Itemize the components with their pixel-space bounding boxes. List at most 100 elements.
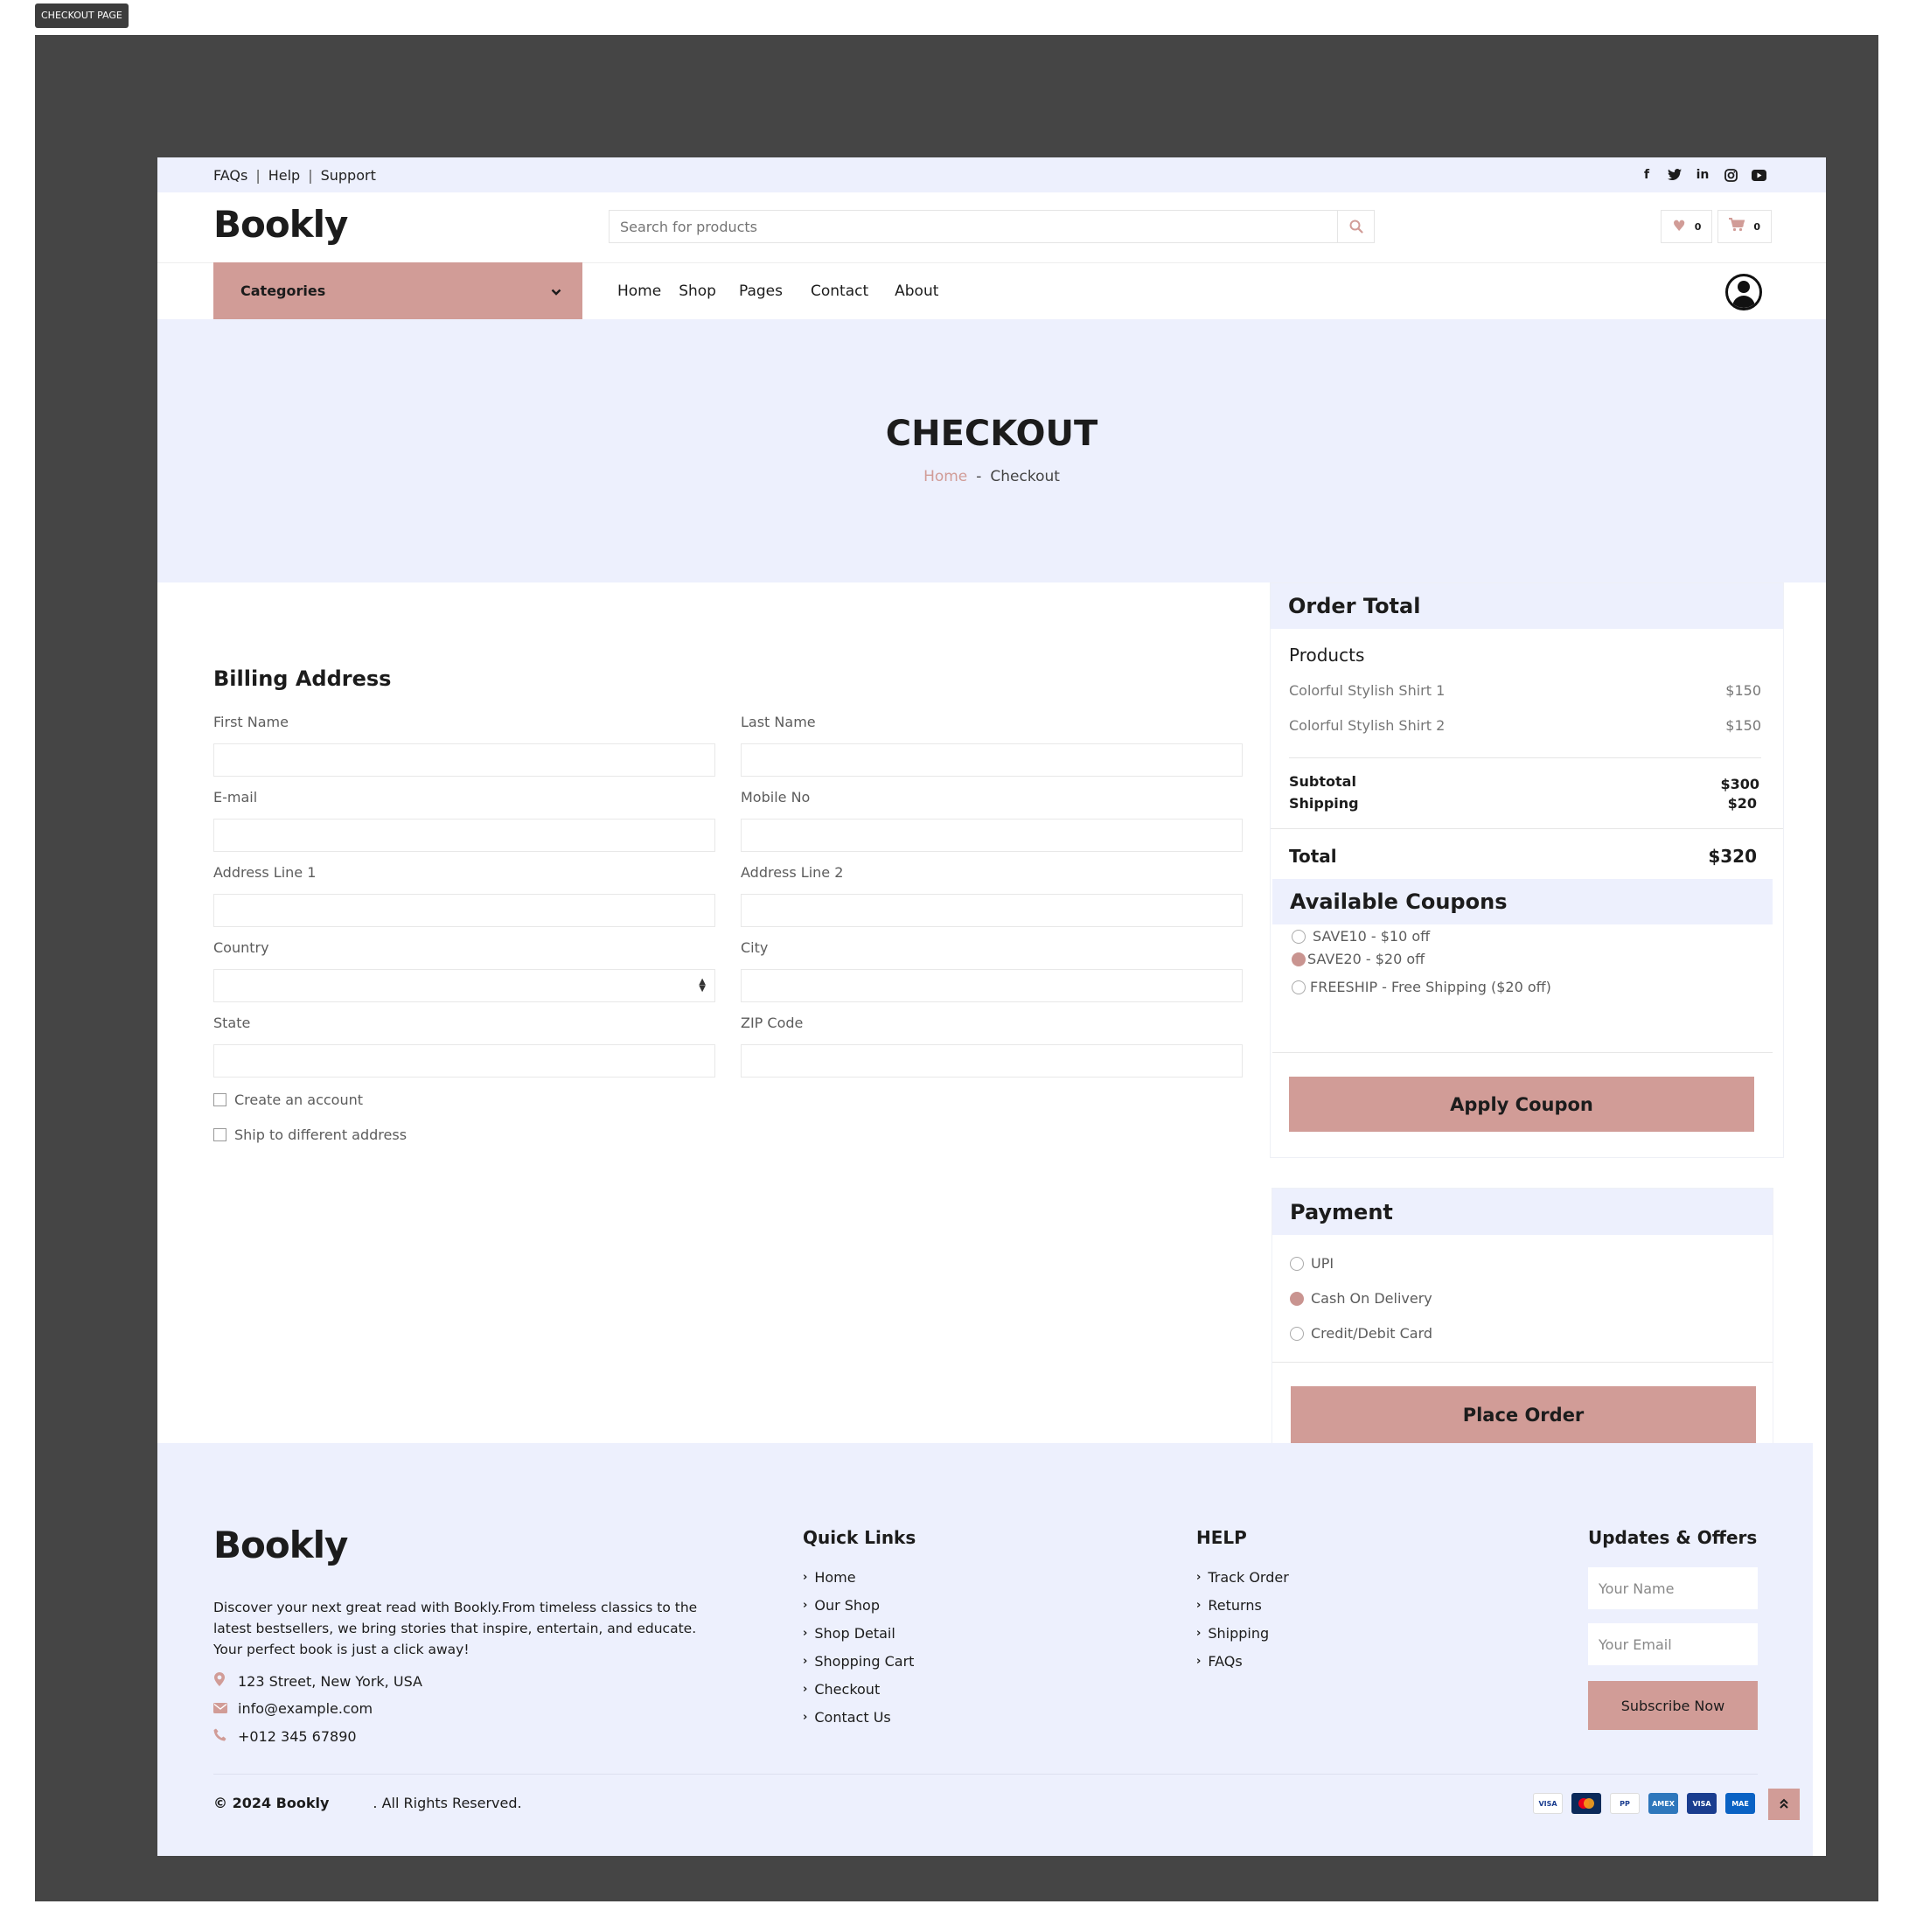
page-tag: CHECKOUT PAGE: [35, 3, 129, 28]
footer-description: Discover your next great read with Bookl…: [213, 1600, 698, 1657]
footer-logo[interactable]: Bookly: [213, 1524, 348, 1566]
visa-icon: VISA: [1533, 1793, 1563, 1814]
radio-button[interactable]: [1292, 929, 1306, 944]
footer-link[interactable]: › Contact Us: [803, 1709, 891, 1726]
footer-link[interactable]: › Shopping Cart: [803, 1653, 914, 1670]
chevron-right-icon: ›: [803, 1571, 808, 1584]
linkedin-icon[interactable]: in: [1695, 167, 1710, 183]
chevron-down-icon: [551, 282, 561, 299]
state-field: State: [213, 1015, 715, 1078]
payment-label: Cash On Delivery: [1311, 1290, 1432, 1307]
copyright-brand: © 2024 Bookly: [213, 1795, 330, 1811]
nav-item-shop[interactable]: Shop: [679, 282, 716, 300]
country-select[interactable]: ▲ ▼: [213, 969, 715, 1002]
footer-link[interactable]: › Home: [803, 1569, 856, 1586]
footer-email-text[interactable]: info@example.com: [238, 1700, 373, 1717]
avatar-body: [1732, 296, 1755, 308]
main-nav: Home Shop Pages Contact About: [617, 262, 956, 319]
search-button[interactable]: [1337, 211, 1374, 242]
breadcrumb-separator: -: [976, 468, 982, 485]
footer-link[interactable]: › Track Order: [1196, 1569, 1289, 1586]
footer-link[interactable]: › Checkout: [803, 1681, 880, 1698]
page-title: CHECKOUT: [885, 414, 1098, 454]
search-input[interactable]: [610, 211, 1337, 242]
nav-item-home[interactable]: Home: [617, 282, 661, 300]
top-link-separator: |: [308, 166, 313, 184]
footer-link[interactable]: › FAQs: [1196, 1653, 1243, 1670]
city-input[interactable]: [741, 969, 1243, 1002]
radio-button[interactable]: [1292, 980, 1306, 994]
top-link-support[interactable]: Support: [321, 167, 376, 184]
back-to-top-button[interactable]: [1768, 1789, 1800, 1820]
billing-title: Billing Address: [213, 666, 392, 691]
select-arrows-icon: ▲ ▼: [699, 977, 706, 994]
newsletter-email-input[interactable]: Your Email: [1588, 1623, 1758, 1665]
footer-link[interactable]: › Shop Detail: [803, 1625, 895, 1642]
address1-input[interactable]: [213, 894, 715, 927]
country-field: Country ▲ ▼: [213, 939, 715, 1002]
nav-item-pages[interactable]: Pages: [739, 282, 783, 300]
shipping-row: Shipping $20: [1289, 795, 1757, 812]
cart-button[interactable]: 0: [1717, 210, 1772, 243]
address2-input[interactable]: [741, 894, 1243, 927]
categories-dropdown[interactable]: Categories: [213, 262, 582, 319]
top-link-help[interactable]: Help: [268, 167, 300, 184]
nav-item-about[interactable]: About: [895, 282, 938, 300]
zip-field: ZIP Code: [741, 1015, 1243, 1078]
first-name-field: First Name: [213, 714, 715, 777]
subtotal-row: Subtotal $300: [1289, 773, 1759, 792]
coupon-option[interactable]: SAVE10 - $10 off: [1292, 928, 1430, 945]
payment-label: UPI: [1311, 1255, 1334, 1272]
breadcrumb-home[interactable]: Home: [923, 468, 967, 485]
subscribe-button[interactable]: Subscribe Now: [1588, 1681, 1758, 1730]
coupon-option[interactable]: FREESHIP - Free Shipping ($20 off): [1292, 979, 1551, 995]
order-total-title: Order Total: [1271, 583, 1783, 629]
coupon-option[interactable]: SAVE20 - $20 off: [1292, 951, 1425, 967]
updates-title: Updates & Offers: [1588, 1527, 1758, 1548]
radio-button[interactable]: [1290, 1291, 1304, 1306]
order-item: Colorful Stylish Shirt 1 $150: [1289, 682, 1761, 699]
total-value: $320: [1708, 846, 1757, 867]
top-link-faqs[interactable]: FAQs: [213, 167, 247, 184]
address2-field: Address Line 2: [741, 864, 1243, 927]
state-input[interactable]: [213, 1044, 715, 1078]
place-order-button[interactable]: Place Order: [1291, 1386, 1756, 1444]
last-name-label: Last Name: [741, 714, 816, 730]
checkbox-box[interactable]: [213, 1093, 226, 1106]
logo[interactable]: Bookly: [213, 203, 348, 246]
youtube-icon[interactable]: [1751, 167, 1766, 183]
chevron-right-icon: ›: [1196, 1571, 1202, 1584]
radio-button[interactable]: [1290, 1256, 1304, 1271]
radio-button[interactable]: [1290, 1326, 1304, 1341]
wishlist-count: 0: [1694, 220, 1702, 233]
address1-label: Address Line 1: [213, 864, 317, 881]
footer-link[interactable]: › Our Shop: [803, 1597, 880, 1614]
phone-icon: [213, 1728, 226, 1745]
radio-button[interactable]: [1292, 952, 1306, 966]
order-item-name: Colorful Stylish Shirt 1: [1289, 682, 1446, 699]
topbar: FAQs | Help | Support f in: [157, 157, 1826, 192]
twitter-icon[interactable]: [1667, 167, 1683, 183]
zip-input[interactable]: [741, 1044, 1243, 1078]
footer-link[interactable]: › Shipping: [1196, 1625, 1269, 1642]
wishlist-button[interactable]: ♥ 0: [1661, 210, 1713, 243]
mobile-input[interactable]: [741, 819, 1243, 852]
screenshot-frame: FAQs | Help | Support f in Bookly Search…: [35, 35, 1878, 1901]
checkbox-box[interactable]: [213, 1128, 226, 1141]
payment-option[interactable]: Cash On Delivery: [1290, 1290, 1432, 1307]
instagram-icon[interactable]: [1723, 167, 1738, 183]
payment-option[interactable]: UPI: [1290, 1255, 1334, 1272]
newsletter-name-input[interactable]: Your Name: [1588, 1567, 1758, 1609]
footer-link[interactable]: › Returns: [1196, 1597, 1262, 1614]
ship-different-checkbox[interactable]: Ship to different address: [213, 1126, 407, 1143]
payment-option[interactable]: Credit/Debit Card: [1290, 1325, 1432, 1342]
first-name-input[interactable]: [213, 743, 715, 777]
nav-item-contact[interactable]: Contact: [811, 282, 868, 300]
create-account-checkbox[interactable]: Create an account: [213, 1092, 363, 1108]
user-avatar-icon[interactable]: [1725, 274, 1762, 310]
last-name-input[interactable]: [741, 743, 1243, 777]
facebook-icon[interactable]: f: [1639, 167, 1655, 183]
footer-divider: [213, 1774, 1758, 1775]
email-input[interactable]: [213, 819, 715, 852]
apply-coupon-button[interactable]: Apply Coupon: [1289, 1077, 1754, 1132]
